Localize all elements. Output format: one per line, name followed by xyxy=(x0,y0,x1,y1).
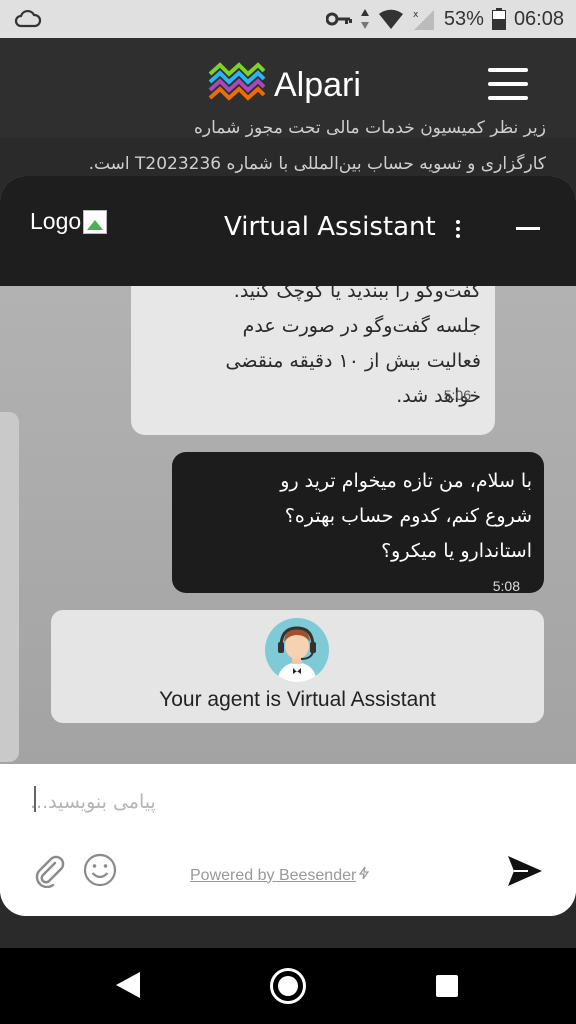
more-options-icon[interactable] xyxy=(452,219,464,239)
chat-messages: گفت‌وگو را ببندید یا کوچک کنید. جلسه گفت… xyxy=(0,286,576,764)
menu-icon[interactable] xyxy=(488,68,528,100)
recent-apps-icon[interactable] xyxy=(436,975,458,997)
message-line: جلسه گفت‌وگو در صورت عدم xyxy=(242,315,481,337)
scrollbar[interactable] xyxy=(0,412,19,762)
broken-image-icon xyxy=(83,209,108,234)
key-icon xyxy=(325,11,352,27)
outgoing-message: با سلام، من تازه میخوام ترید رو شروع کنم… xyxy=(172,452,544,594)
agent-label: Your agent is Virtual Assistant xyxy=(159,688,436,711)
widget-logo: Logo xyxy=(30,208,108,235)
brand-name: Alpari xyxy=(274,65,361,104)
chat-widget: Logo Virtual Assistant گفت‌وگو را ببندید… xyxy=(0,176,576,916)
back-icon[interactable] xyxy=(114,970,142,1004)
message-line: گفت‌وگو را ببندید یا کوچک کنید. xyxy=(233,286,481,302)
message-line: استاندارو یا میکرو؟ xyxy=(381,540,532,562)
data-transfer-icon xyxy=(360,8,370,30)
message-time: 5:08 xyxy=(492,578,520,594)
agent-card: Your agent is Virtual Assistant xyxy=(51,610,544,723)
agent-avatar xyxy=(265,618,329,682)
battery-icon xyxy=(491,8,506,30)
paperclip-icon[interactable] xyxy=(32,854,66,892)
background-text: کارگزاری و تسویه حساب بین‌المللی با شمار… xyxy=(88,154,546,174)
powered-by-link[interactable]: Powered by Beesender xyxy=(190,866,371,885)
minimize-icon[interactable] xyxy=(516,227,540,230)
brand-logo[interactable]: Alpari xyxy=(208,60,361,110)
logo-alt-text: Logo xyxy=(30,208,82,234)
chat-title: Virtual Assistant xyxy=(224,212,436,242)
send-icon[interactable] xyxy=(506,854,544,892)
cloud-icon xyxy=(14,9,42,33)
battery-percent: 53% xyxy=(443,7,484,30)
bee-icon xyxy=(357,866,371,885)
navigation-bar xyxy=(0,948,576,1024)
message-input[interactable] xyxy=(30,784,550,820)
signal-icon: x xyxy=(412,8,436,30)
message-line: خواهد شد. xyxy=(396,385,481,407)
text-caret xyxy=(34,786,36,812)
background-text: زیر نظر کمیسیون خدمات مالی تحت مجوز شمار… xyxy=(193,118,546,138)
chat-header: Logo Virtual Assistant xyxy=(0,176,576,286)
emoji-icon[interactable] xyxy=(82,852,118,892)
message-line: شروع کنم، کدوم حساب بهتره؟ xyxy=(284,505,532,527)
wifi-icon xyxy=(378,8,404,30)
message-time: 5:06 xyxy=(443,387,471,403)
alpari-logo-icon xyxy=(208,60,266,110)
status-bar: x 53% 06:08 xyxy=(0,0,576,38)
message-composer: Powered by Beesender xyxy=(0,764,576,916)
message-line: فعالیت بیش از ۱۰ دقیقه منقضی xyxy=(225,350,481,372)
message-line: با سلام، من تازه میخوام ترید رو xyxy=(280,470,532,492)
powered-by-text: Powered by Beesender xyxy=(190,866,357,884)
svg-text:x: x xyxy=(413,10,419,20)
incoming-message: گفت‌وگو را ببندید یا کوچک کنید. جلسه گفت… xyxy=(131,286,495,435)
home-icon[interactable] xyxy=(270,968,306,1004)
clock: 06:08 xyxy=(513,7,564,30)
